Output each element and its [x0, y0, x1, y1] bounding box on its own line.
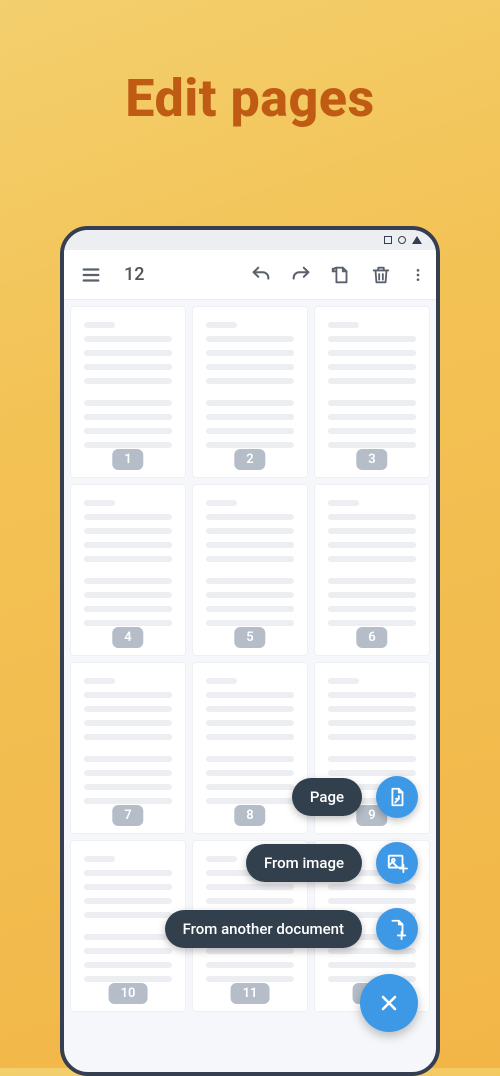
redo-icon[interactable] — [290, 264, 312, 286]
page-number: 4 — [112, 627, 143, 648]
page-thumb[interactable]: 5 — [192, 484, 308, 656]
status-triangle-icon — [412, 236, 422, 244]
fab-close-button[interactable] — [360, 974, 418, 1032]
page-number: 7 — [112, 805, 143, 826]
status-bar — [64, 230, 436, 250]
page-number: 10 — [109, 983, 148, 1004]
add-from-document-button[interactable] — [376, 908, 418, 950]
fab-speed-dial: Page From image From another document — [165, 776, 418, 1032]
page-thumb[interactable]: 4 — [70, 484, 186, 656]
undo-icon[interactable] — [250, 264, 272, 286]
page-thumb[interactable]: 6 — [314, 484, 430, 656]
add-page-label: Page — [292, 778, 362, 816]
app-toolbar: 12 — [64, 250, 436, 300]
menu-icon[interactable] — [80, 264, 102, 286]
page-number: 6 — [356, 627, 387, 648]
page-thumb[interactable]: 1 — [70, 306, 186, 478]
add-from-image-label: From image — [246, 844, 362, 882]
page-number: 2 — [234, 449, 265, 470]
page-number: 5 — [234, 627, 265, 648]
status-square-icon — [384, 236, 392, 244]
add-blank-page-button[interactable] — [376, 776, 418, 818]
page-number: 3 — [356, 449, 387, 470]
device-frame: 12 1 2 3 4 5 6 7 8 9 10 11 12 — [60, 226, 440, 1076]
page-thumb[interactable]: 2 — [192, 306, 308, 478]
more-icon[interactable] — [410, 264, 426, 286]
status-circle-icon — [398, 236, 406, 244]
add-from-document-label: From another document — [165, 910, 362, 948]
promo-title: Edit pages — [0, 68, 500, 129]
page-number: 1 — [112, 449, 143, 470]
rotate-page-icon[interactable] — [330, 264, 352, 286]
page-thumb[interactable]: 3 — [314, 306, 430, 478]
delete-icon[interactable] — [370, 264, 392, 286]
page-count: 12 — [124, 264, 144, 285]
add-from-image-button[interactable] — [376, 842, 418, 884]
